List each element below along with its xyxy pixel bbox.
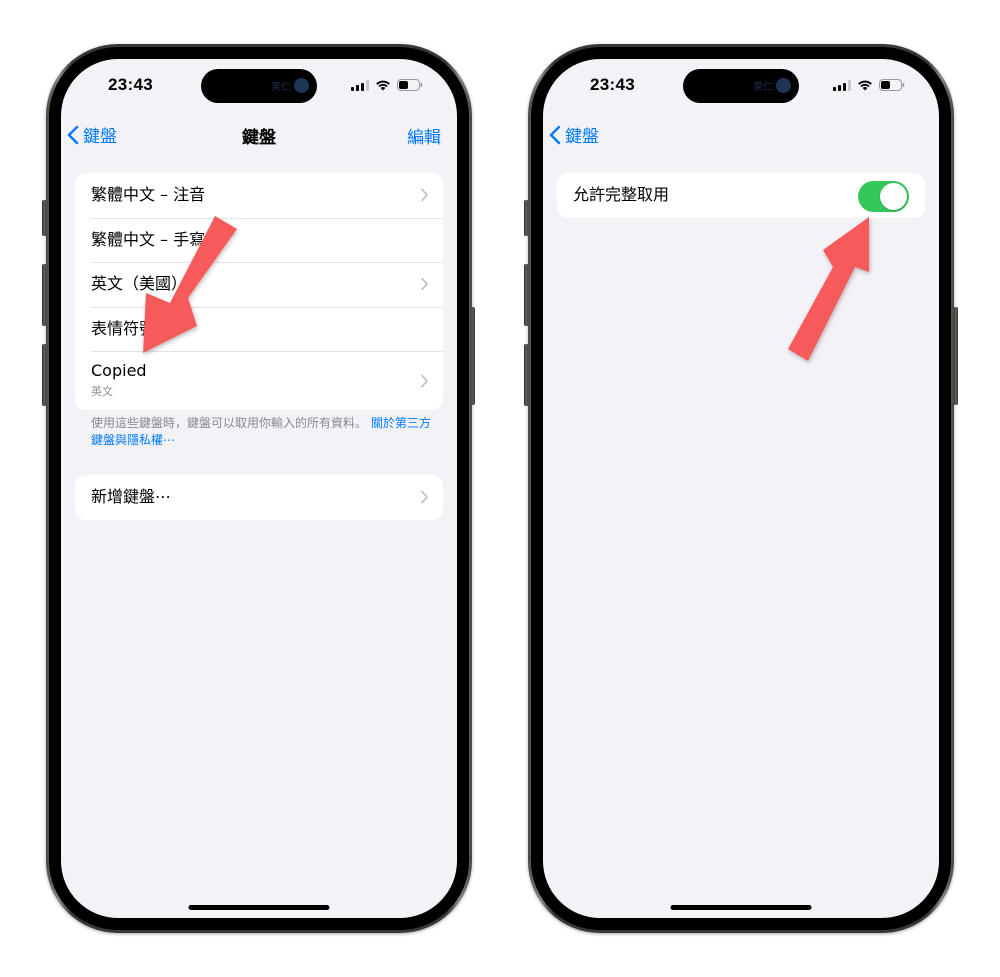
dynamic-island: 果仁: [683, 69, 799, 103]
page-title: 鍵盤: [242, 128, 276, 148]
navigation-bar: 鍵盤 鍵盤 編輯: [61, 113, 457, 157]
home-indicator[interactable]: [188, 905, 330, 910]
chevron-right-icon: [421, 277, 428, 291]
keyboard-row-zhuyin[interactable]: 繁體中文 – 注音: [75, 173, 443, 218]
island-label: 果仁: [753, 82, 773, 93]
keyboard-name: 繁體中文 – 手寫: [91, 229, 206, 249]
add-keyboard-button[interactable]: 新增鍵盤⋯: [75, 475, 443, 520]
keyboard-name: Copied: [91, 361, 147, 381]
add-keyboard-group: 新增鍵盤⋯: [75, 475, 443, 520]
chevron-right-icon: [421, 374, 428, 387]
copied-keyboard-screen: 23:43 果仁 鍵盤 允許完整取用: [543, 59, 939, 918]
back-button[interactable]: 鍵盤: [549, 122, 599, 147]
keyboard-row-english-us[interactable]: 英文（美國）: [75, 262, 443, 307]
edit-button[interactable]: 編輯: [407, 123, 441, 148]
toggle-knob: [880, 183, 907, 210]
privacy-note-text: 使用這些鍵盤時，鍵盤可以取用你輸入的所有資料。: [91, 416, 371, 430]
battery-icon: [397, 79, 423, 91]
dynamic-island: 果仁: [201, 69, 317, 103]
phone-frame-left: 23:43 果仁 鍵盤 鍵盤 編輯 繁體中文 – 注音 繁體中文 – 手寫 英文…: [46, 44, 472, 933]
chevron-right-icon: [421, 188, 428, 202]
home-indicator[interactable]: [670, 905, 812, 910]
chevron-left-icon: [549, 125, 561, 144]
allow-full-access-toggle[interactable]: [858, 181, 909, 212]
keyboard-row-emoji[interactable]: 表情符號: [75, 306, 443, 352]
privacy-note: 使用這些鍵盤時，鍵盤可以取用你輸入的所有資料。 關於第三方鍵盤與隱私權⋯: [91, 415, 435, 449]
allow-full-access-label: 允許完整取用: [573, 185, 670, 205]
back-label: 鍵盤: [565, 127, 599, 147]
keyboard-row-copied[interactable]: Copied 英文: [75, 351, 443, 410]
allow-full-access-row: 允許完整取用: [557, 173, 925, 218]
keyboard-row-handwriting[interactable]: 繁體中文 – 手寫: [75, 217, 443, 263]
keyboards-screen: 23:43 果仁 鍵盤 鍵盤 編輯 繁體中文 – 注音 繁體中文 – 手寫 英文…: [61, 59, 457, 918]
person-icon: [294, 78, 309, 93]
wifi-icon: [375, 79, 391, 91]
navigation-bar: 鍵盤: [543, 113, 939, 157]
cellular-signal-icon: [833, 79, 851, 91]
keyboard-name: 繁體中文 – 注音: [91, 185, 206, 205]
cellular-signal-icon: [351, 79, 369, 91]
status-bar: 23:43 果仁: [61, 59, 457, 113]
battery-icon: [879, 79, 905, 91]
full-access-group: 允許完整取用: [557, 173, 925, 218]
keyboard-name: 英文（美國）: [91, 274, 188, 294]
chevron-right-icon: [421, 490, 428, 504]
keyboard-language: 英文: [91, 384, 113, 398]
status-time: 23:43: [108, 75, 153, 94]
keyboard-name: 表情符號: [91, 318, 156, 338]
status-time: 23:43: [590, 75, 635, 94]
keyboards-list: 繁體中文 – 注音 繁體中文 – 手寫 英文（美國） 表情符號 Copied 英…: [75, 173, 443, 410]
phone-frame-right: 23:43 果仁 鍵盤 允許完整取用: [528, 44, 954, 933]
wifi-icon: [857, 79, 873, 91]
status-bar: 23:43 果仁: [543, 59, 939, 113]
person-icon: [776, 78, 791, 93]
island-label: 果仁: [271, 82, 291, 93]
add-keyboard-label: 新增鍵盤⋯: [91, 487, 172, 507]
